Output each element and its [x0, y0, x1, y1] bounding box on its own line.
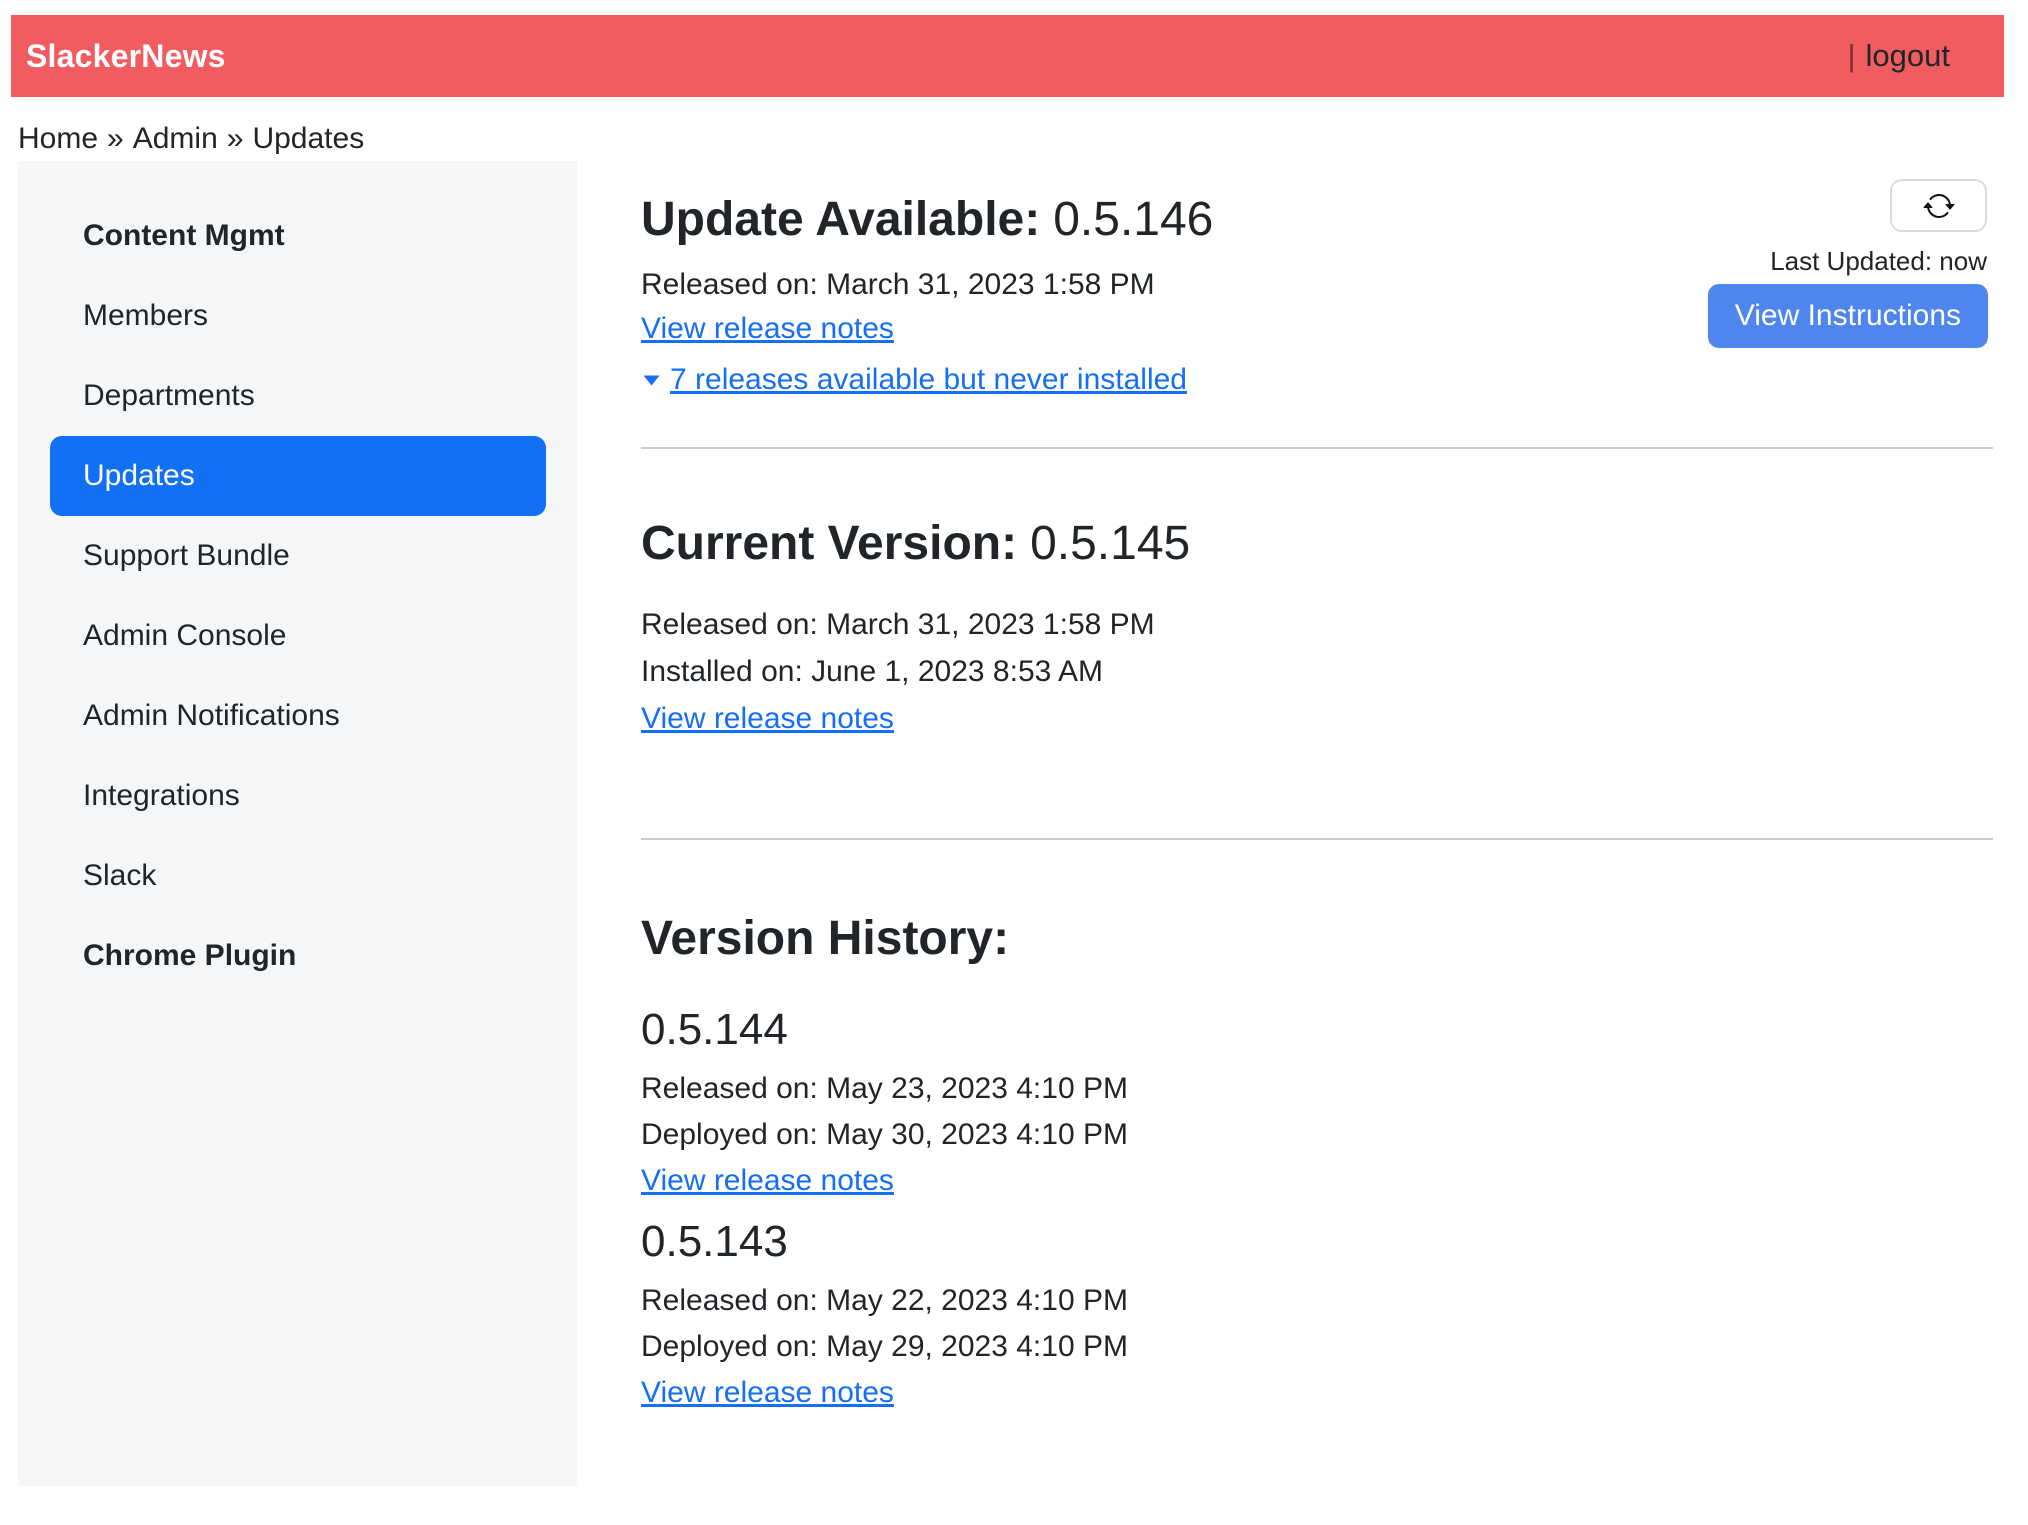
logout-separator: | — [1847, 38, 1855, 74]
sidebar: Content Mgmt Members Departments Updates… — [18, 161, 577, 1486]
current-version-number: 0.5.145 — [1030, 517, 1190, 570]
sidebar-item-departments[interactable]: Departments — [50, 356, 546, 436]
main-content: Last Updated: now View Instructions Upda… — [577, 161, 2028, 1486]
update-available-heading: Update Available:0.5.146 — [641, 191, 1993, 249]
sidebar-item-integrations[interactable]: Integrations — [50, 756, 546, 836]
history-released-text: Released on: May 23, 2023 4:10 PM — [641, 1066, 1993, 1112]
version-history-heading: Version History: — [641, 910, 1993, 968]
breadcrumb-separator: » — [227, 122, 244, 155]
refresh-button[interactable] — [1890, 179, 1987, 232]
current-version-section: Current Version:0.5.145 Released on: Mar… — [641, 515, 1993, 840]
history-version-number: 0.5.144 — [641, 1004, 1993, 1056]
sidebar-item-content-mgmt[interactable]: Content Mgmt — [50, 196, 546, 276]
releases-toggle-label: 7 releases available but never installed — [670, 358, 1187, 402]
sidebar-item-support-bundle[interactable]: Support Bundle — [50, 516, 546, 596]
version-history-entry: 0.5.144 Released on: May 23, 2023 4:10 P… — [641, 1004, 1993, 1204]
logout-area: | logout — [1847, 38, 1950, 74]
app-header: SlackerNews | logout — [11, 15, 2004, 97]
refresh-icon — [1923, 190, 1955, 222]
current-released-text: Released on: March 31, 2023 1:58 PM — [641, 601, 1993, 648]
history-release-notes-link[interactable]: View release notes — [641, 1370, 894, 1416]
breadcrumb-current-updates: Updates — [252, 122, 364, 155]
page: SlackerNews | logout Home»Admin»Updates … — [0, 15, 2028, 1486]
last-updated-text: Last Updated: now — [1770, 246, 1987, 277]
current-version-heading: Current Version:0.5.145 — [641, 515, 1993, 573]
sidebar-item-members[interactable]: Members — [50, 276, 546, 356]
view-instructions-button[interactable]: View Instructions — [1708, 284, 1988, 348]
current-release-notes-link[interactable]: View release notes — [641, 695, 894, 742]
update-available-label: Update Available: — [641, 193, 1040, 246]
history-release-notes-link[interactable]: View release notes — [641, 1158, 894, 1204]
breadcrumb: Home»Admin»Updates — [18, 122, 2028, 156]
current-version-label: Current Version: — [641, 517, 1017, 570]
sidebar-item-updates[interactable]: Updates — [50, 436, 546, 516]
divider — [641, 838, 1993, 840]
breadcrumb-admin[interactable]: Admin — [133, 122, 218, 155]
app-brand[interactable]: SlackerNews — [26, 38, 226, 75]
breadcrumb-home[interactable]: Home — [18, 122, 98, 155]
sidebar-item-slack[interactable]: Slack — [50, 836, 546, 916]
update-release-notes-link[interactable]: View release notes — [641, 307, 894, 351]
update-available-version: 0.5.146 — [1053, 193, 1213, 246]
divider — [641, 447, 1993, 449]
logout-link[interactable]: logout — [1866, 38, 1950, 74]
history-deployed-text: Deployed on: May 30, 2023 4:10 PM — [641, 1112, 1993, 1158]
version-history-section: Version History: 0.5.144 Released on: Ma… — [641, 910, 1993, 1416]
version-history-entry: 0.5.143 Released on: May 22, 2023 4:10 P… — [641, 1216, 1993, 1416]
breadcrumb-separator: » — [107, 122, 124, 155]
releases-toggle-link[interactable]: 7 releases available but never installed — [641, 358, 1187, 402]
history-deployed-text: Deployed on: May 29, 2023 4:10 PM — [641, 1324, 1993, 1370]
history-released-text: Released on: May 22, 2023 4:10 PM — [641, 1278, 1993, 1324]
sidebar-item-admin-notifications[interactable]: Admin Notifications — [50, 676, 546, 756]
current-installed-text: Installed on: June 1, 2023 8:53 AM — [641, 648, 1993, 695]
history-version-number: 0.5.143 — [641, 1216, 1993, 1268]
sidebar-item-admin-console[interactable]: Admin Console — [50, 596, 546, 676]
caret-down-icon — [641, 373, 662, 388]
content-row: Content Mgmt Members Departments Updates… — [18, 161, 2028, 1486]
sidebar-item-chrome-plugin[interactable]: Chrome Plugin — [50, 916, 546, 996]
